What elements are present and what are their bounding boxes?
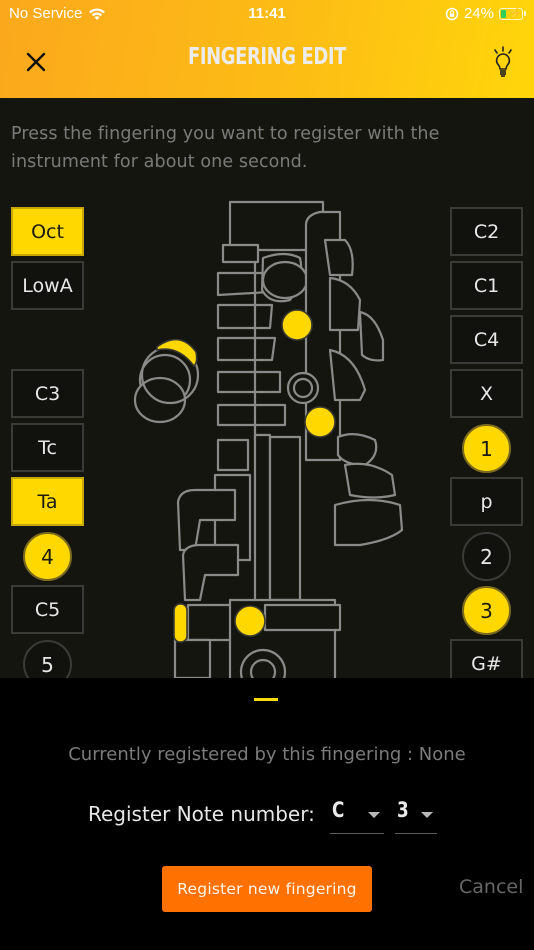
key-lowa[interactable]: LowA (11, 261, 84, 310)
key-c1[interactable]: C1 (450, 261, 523, 310)
key-x[interactable]: X (450, 369, 523, 418)
instrument-key-outline (181, 543, 240, 602)
key-ta[interactable]: Ta (11, 477, 84, 526)
orientation-lock-icon (445, 7, 459, 20)
instrument-key-outline (216, 336, 277, 362)
instrument-key-outline (221, 243, 260, 264)
note-name-dropdown[interactable]: C (329, 798, 384, 834)
status-bar: No Service 11:41 24% ⚡ (0, 0, 534, 30)
instrument-key-outline (216, 303, 274, 330)
key-c5[interactable]: C5 (11, 585, 84, 634)
key-c4[interactable]: C4 (450, 315, 523, 364)
instrument-key-outline (343, 462, 397, 499)
key-5[interactable]: 5 (23, 640, 72, 678)
instrument-key-outline (333, 498, 404, 547)
instruction-text: Press the fingering you want to register… (11, 124, 440, 172)
octave-value: 3 (396, 798, 409, 822)
header: No Service 11:41 24% ⚡ FINGERING EDIT (0, 0, 534, 98)
close-icon (26, 52, 46, 72)
close-button[interactable] (22, 48, 50, 76)
key-oct[interactable]: Oct (11, 207, 84, 256)
instrument-key-outline (216, 438, 250, 472)
register-new-fingering-button[interactable]: Register new fingering (162, 866, 372, 912)
key-p[interactable]: p (450, 477, 523, 526)
key-3[interactable]: 3 (462, 586, 511, 635)
battery-charging-icon: ⚡ (499, 6, 523, 20)
note-number-row: Register Note number: C 3 (88, 798, 437, 838)
key-c2[interactable]: C2 (450, 207, 523, 256)
key-2[interactable]: 2 (462, 532, 511, 581)
hint-button[interactable] (492, 45, 514, 79)
octave-dropdown[interactable]: 3 (394, 798, 437, 834)
instrument-key-outline (268, 435, 302, 602)
current-registration-text: Currently registered by this fingering :… (68, 744, 466, 765)
active-tone-hole-3 (234, 605, 266, 637)
active-tone-hole-2 (304, 406, 336, 438)
key-c3[interactable]: C3 (11, 369, 84, 418)
instrument-diagram[interactable] (120, 193, 420, 678)
instrument-key-outline (216, 370, 282, 394)
note-name-value: C (331, 798, 345, 822)
chevron-down-icon (420, 812, 433, 818)
key-4[interactable]: 4 (23, 532, 72, 581)
instrument-key-outline (336, 433, 378, 467)
instrument-key-outline (328, 276, 362, 332)
key-1[interactable]: 1 (462, 424, 511, 473)
instrument-key-outline (216, 403, 287, 427)
chevron-down-icon (367, 812, 380, 818)
instrument-key-outline (328, 348, 367, 402)
battery-percent: 24% (463, 5, 494, 22)
page-title: FINGERING EDIT (188, 44, 346, 70)
instrument-key-outline (263, 603, 342, 632)
battery-cap (524, 11, 526, 16)
instrument-key-outline (323, 238, 354, 277)
fingering-area: Press the fingering you want to register… (0, 98, 534, 678)
active-side-key (173, 603, 188, 643)
lightbulb-icon (494, 46, 512, 77)
sheet-grabber[interactable] (254, 698, 278, 701)
active-tone-hole-1 (281, 309, 313, 341)
cancel-button[interactable]: Cancel (459, 876, 523, 898)
key-g-sharp[interactable]: G# (450, 639, 523, 678)
key-tc[interactable]: Tc (11, 423, 84, 472)
instrument-key-outline (358, 310, 385, 362)
instrument-key-outline (173, 638, 212, 678)
note-number-label: Register Note number: (88, 802, 315, 826)
instrument-key-outline (253, 433, 272, 607)
bottom-sheet: Currently registered by this fingering :… (0, 678, 534, 950)
